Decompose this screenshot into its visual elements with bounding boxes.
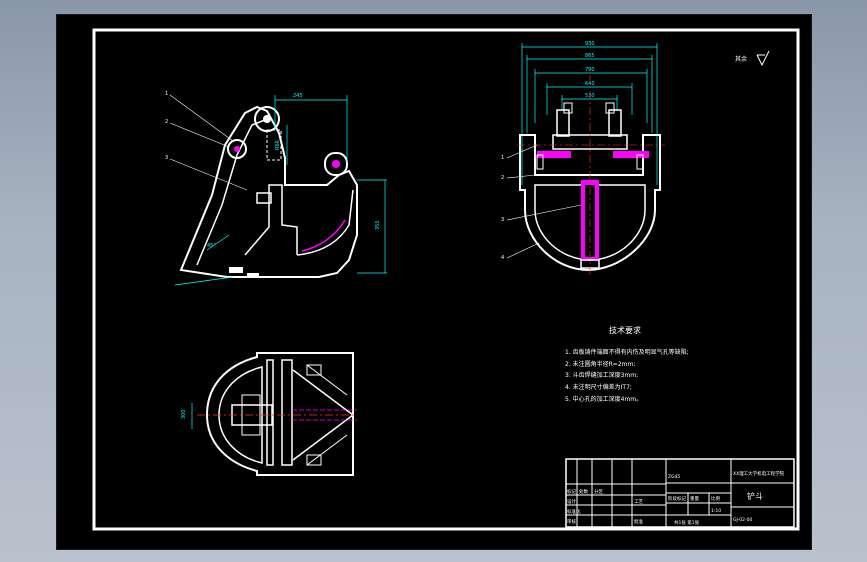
side-view: 1 2 3 245 R66 355 45° <box>165 91 387 286</box>
tech-req-5: 5. 中心孔的加工深度4mm。 <box>565 395 642 403</box>
tech-req-4: 4. 未注明尺寸偏差为IT7; <box>565 383 632 391</box>
drawing-sheet: 1 2 3 245 R66 355 45° 930 865 790 640 1234… <box>92 28 800 531</box>
svg-text:2: 2 <box>501 175 504 181</box>
tb-count-label: 处数 <box>579 488 588 495</box>
svg-text:300: 300 <box>181 409 187 419</box>
tb-material: ZG45 <box>668 474 680 480</box>
tb-company: XX理工大学机电工程学院 <box>733 470 785 477</box>
tech-req-2: 2. 未注圆角半径R=2mm; <box>565 360 635 368</box>
svg-text:4: 4 <box>501 255 504 261</box>
tb-mass-label: 重量 <box>690 495 699 502</box>
tb-scale-label: 比例 <box>711 495 720 502</box>
front-view: 930 865 790 640 530 <box>501 41 665 277</box>
tech-req-title: 技术要求 <box>609 325 641 335</box>
tb-part-name: 铲斗 <box>747 491 763 501</box>
svg-text:790: 790 <box>585 67 595 73</box>
tb-approver-label: 批准 <box>634 518 643 525</box>
tb-drawing-no: GJ-02-00 <box>733 517 752 523</box>
drawing-border <box>92 28 800 531</box>
top-view: 300 <box>181 352 357 476</box>
svg-text:245: 245 <box>293 93 303 99</box>
tb-checker-label: 审核 <box>567 518 576 525</box>
svg-text:R66: R66 <box>275 140 281 150</box>
tb-scale: 1:10 <box>711 508 721 514</box>
tb-designer-label: 设计 <box>567 498 576 505</box>
tb-sheet: 共1张 第1张 <box>674 519 700 526</box>
technical-requirements: 技术要求 1. 齿板铸件端面不得有内伤及明显气孔等缺陷; 2. 未注圆角半径R=… <box>565 325 689 403</box>
tech-req-3: 3. 斗齿焊缝加工深度3mm; <box>565 371 638 379</box>
tb-stage-label: 阶段标记 <box>668 495 686 502</box>
tb-mark-label: 标记 <box>567 488 576 495</box>
svg-text:930: 930 <box>585 41 595 47</box>
svg-text:3: 3 <box>165 155 168 161</box>
svg-text:865: 865 <box>585 53 595 59</box>
svg-text:1: 1 <box>165 91 168 97</box>
tb-craft-label: 工艺 <box>634 499 643 505</box>
tb-std-label: 标准化 <box>567 508 581 515</box>
svg-text:其余: 其余 <box>735 55 747 63</box>
cad-drawing-viewport[interactable]: 1 2 3 245 R66 355 45° 930 865 790 640 1 2 … <box>56 14 812 550</box>
svg-text:1: 1 <box>501 155 504 161</box>
svg-text:2: 2 <box>165 119 168 125</box>
tb-zone-label: 分区 <box>594 488 603 495</box>
svg-text:45°: 45° <box>207 243 216 249</box>
svg-text:3: 3 <box>501 217 504 223</box>
svg-text:355: 355 <box>375 220 381 230</box>
tech-req-1: 1. 齿板铸件端面不得有内伤及明显气孔等缺陷; <box>565 348 689 356</box>
roughness-symbol: 其余 <box>735 50 770 67</box>
